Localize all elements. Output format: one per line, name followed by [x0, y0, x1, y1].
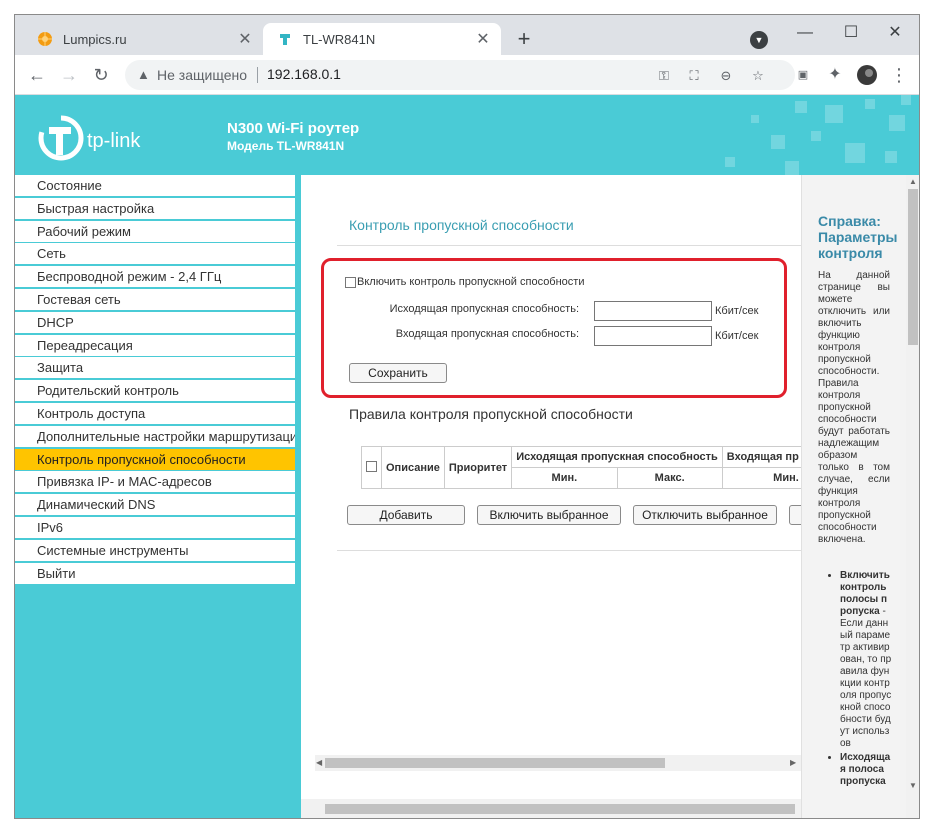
close-window-button[interactable]: ✕ — [873, 19, 917, 47]
sidebar-item[interactable]: DHCP — [15, 311, 295, 333]
address-divider — [257, 67, 258, 83]
tab-search-icon[interactable]: ▼ — [750, 31, 768, 49]
divider — [337, 550, 801, 551]
help-item: Включить контроль полосы пропуска - Если… — [840, 570, 892, 750]
router-admin-page: tp-link N300 Wi-Fi роутер Модель TL-WR84… — [15, 95, 919, 818]
tplink-favicon-icon — [277, 31, 293, 47]
sidebar-item[interactable]: Контроль пропускной способности — [15, 448, 295, 470]
tab-title: TL-WR841N — [303, 31, 376, 47]
security-status[interactable]: Не защищено — [157, 67, 247, 83]
sidebar-item[interactable]: Переадресация — [15, 334, 295, 356]
tab-close-icon[interactable]: ✕ — [233, 29, 257, 49]
help-item-text: - Если данный параметр активирован, то п… — [840, 606, 892, 749]
model-subtitle: Модель TL-WR841N — [227, 139, 345, 153]
divider — [337, 245, 801, 246]
help-vertical-scrollbar[interactable]: ▲ ▼ — [906, 175, 919, 818]
sidebar-item[interactable]: Рабочий режим — [15, 220, 295, 242]
banner-pattern-icon — [725, 95, 911, 175]
left-menu: Состояние Быстрая настройка Рабочий режим С… — [15, 175, 301, 818]
sidebar-item[interactable]: Состояние — [15, 175, 295, 196]
scroll-right-icon[interactable]: ▶ — [790, 758, 796, 767]
url-text[interactable]: 192.168.0.1 — [267, 66, 341, 82]
page-title: Контроль пропускной способности — [349, 217, 574, 233]
enable-selected-button[interactable]: Включить выбранное — [477, 505, 621, 525]
add-button[interactable]: Добавить — [347, 505, 465, 525]
router-banner: tp-link N300 Wi-Fi роутер Модель TL-WR84… — [15, 95, 919, 175]
sidebar-item[interactable]: Сеть — [15, 243, 295, 265]
profile-avatar[interactable] — [853, 61, 881, 89]
model-title: N300 Wi-Fi роутер — [227, 120, 360, 137]
forward-button[interactable]: → — [55, 61, 83, 89]
frame-horizontal-scrollbar[interactable] — [301, 799, 801, 818]
address-bar[interactable]: ▲ Не защищено 192.168.0.1 ⚿ ⛶ ⊖ ☆ — [125, 60, 795, 90]
warning-icon[interactable]: ▲ — [137, 67, 150, 82]
col-priority: Приоритет — [443, 446, 513, 489]
sidebar-item[interactable]: Гостевая сеть — [15, 288, 295, 310]
sidebar-item[interactable]: Динамический DNS — [15, 494, 295, 516]
sidebar-item[interactable]: Привязка IP- и MAC-адресов — [15, 471, 295, 493]
tab-close-icon[interactable]: ✕ — [471, 29, 495, 49]
scroll-left-icon[interactable]: ◀ — [316, 758, 322, 767]
extensions-puzzle-icon[interactable]: ✦ — [821, 61, 849, 89]
help-item: Исходящая полоса пропуска — [840, 752, 892, 788]
browser-toolbar: ← → ↻ ▲ Не защищено 192.168.0.1 ⚿ ⛶ ⊖ ☆ … — [15, 55, 919, 95]
scroll-thumb[interactable] — [325, 758, 665, 768]
maximize-button[interactable]: ☐ — [829, 19, 873, 47]
disable-selected-button[interactable]: Отключить выбранное — [633, 505, 777, 525]
col-upload-min: Мин. — [511, 467, 618, 489]
tab-title: Lumpics.ru — [63, 31, 127, 47]
brand-name: tp-link — [87, 130, 141, 152]
main-content: Контроль пропускной способности Включить… — [301, 175, 801, 818]
minimize-button[interactable]: — — [783, 19, 827, 47]
tab-tl-wr841n[interactable]: TL-WR841N ✕ — [263, 23, 501, 55]
sidebar-item[interactable]: Дополнительные настройки маршрутизации — [15, 425, 295, 447]
key-icon[interactable]: ⚿ — [653, 65, 675, 87]
reload-button[interactable]: ↻ — [87, 61, 115, 89]
scroll-down-icon[interactable]: ▼ — [909, 781, 917, 790]
scroll-up-icon[interactable]: ▲ — [909, 177, 917, 186]
translate-icon[interactable]: ⛶ — [683, 65, 705, 87]
new-tab-button[interactable]: + — [511, 27, 537, 53]
rules-title: Правила контроля пропускной способности — [349, 406, 633, 422]
select-all-checkbox[interactable] — [366, 460, 377, 472]
sidebar-item[interactable]: Защита — [15, 357, 295, 379]
scroll-thumb[interactable] — [908, 189, 918, 345]
help-item-title: Исходящая полоса пропуска — [840, 752, 891, 787]
sidebar-item[interactable]: Выйти — [15, 562, 295, 584]
content-horizontal-scrollbar[interactable]: ◀ ▶ — [315, 755, 801, 771]
sidebar-item[interactable]: Системные инструменты — [15, 539, 295, 561]
highlight-frame — [321, 258, 787, 398]
tab-lumpics[interactable]: Lumpics.ru ✕ — [23, 23, 263, 55]
menu-kebab-icon[interactable]: ⋮ — [885, 61, 913, 89]
select-all-cell[interactable] — [361, 446, 382, 489]
extension-os-icon[interactable]: ▣ — [789, 61, 817, 89]
sidebar-item[interactable]: Беспроводной режим - 2,4 ГГц — [15, 266, 295, 288]
sidebar-item[interactable]: Быстрая настройка — [15, 197, 295, 219]
sidebar-item[interactable]: Контроль доступа — [15, 402, 295, 424]
tab-strip: Lumpics.ru ✕ TL-WR841N ✕ + ▼ — ☐ ✕ — [15, 15, 919, 55]
content-gutter — [301, 175, 309, 818]
col-download-min: Мин. — [721, 467, 801, 489]
help-panel: Справка: Параметры контроля На данной ст… — [801, 175, 919, 818]
col-upload-max: Макс. — [616, 467, 723, 489]
help-body: На данной странице вы можете отключить и… — [818, 270, 890, 545]
browser-window: Lumpics.ru ✕ TL-WR841N ✕ + ▼ — ☐ ✕ ← → ↻… — [14, 14, 920, 819]
bookmark-star-icon[interactable]: ☆ — [747, 65, 769, 87]
scroll-thumb[interactable] — [325, 804, 795, 814]
sidebar-item[interactable]: IPv6 — [15, 516, 295, 538]
back-button[interactable]: ← — [23, 61, 51, 89]
col-upload: Исходящая пропускная способность — [511, 446, 723, 468]
sidebar-item[interactable]: Родительский контроль — [15, 380, 295, 402]
more-button[interactable] — [789, 505, 801, 525]
lumpics-favicon-icon — [37, 31, 53, 47]
col-download: Входящая пр — [721, 446, 801, 468]
help-list: Включить контроль полосы пропуска - Если… — [840, 570, 892, 790]
zoom-out-icon[interactable]: ⊖ — [715, 65, 737, 87]
col-description: Описание — [381, 446, 445, 489]
help-title: Справка: Параметры контроля — [818, 213, 898, 261]
rules-table: Описание Приоритет Исходящая пропускная … — [361, 446, 801, 489]
tplink-logo-icon: tp-link — [38, 115, 141, 161]
